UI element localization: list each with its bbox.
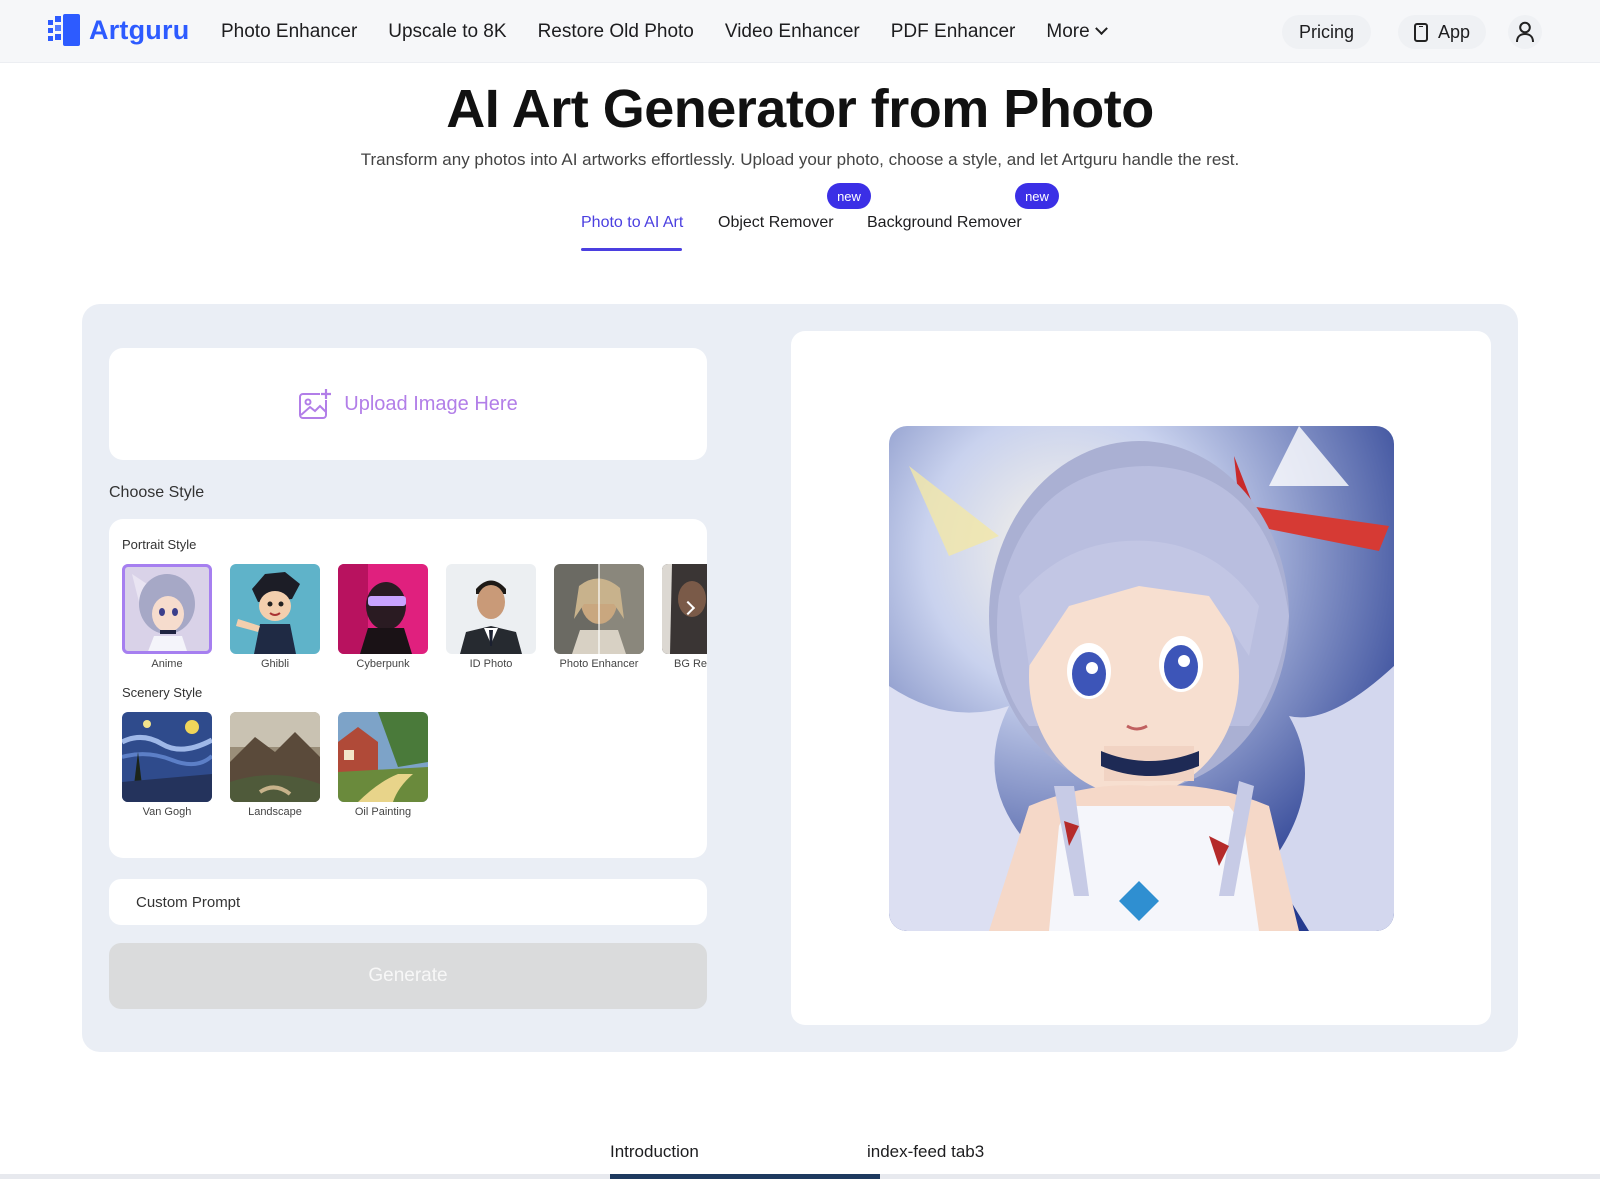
style-label-photo-enhancer: Photo Enhancer: [559, 658, 639, 670]
upload-dropzone[interactable]: Upload Image Here: [109, 348, 707, 460]
page-title: AI Art Generator from Photo: [446, 79, 1154, 139]
brand-logo[interactable]: Artguru: [48, 14, 189, 46]
preview-image: [889, 426, 1394, 931]
style-label-van-gogh: Van Gogh: [142, 806, 192, 818]
app-button[interactable]: App: [1398, 15, 1487, 49]
style-thumb-anime[interactable]: [122, 564, 212, 654]
tab-introduction[interactable]: Introduction: [610, 1142, 699, 1162]
chevron-right-icon: [680, 600, 696, 616]
van-gogh-thumbnail: [122, 712, 212, 802]
account-button[interactable]: [1508, 15, 1542, 49]
new-badge: new: [1015, 183, 1059, 209]
choose-style-heading: Choose Style: [109, 484, 205, 501]
style-thumb-ghibli[interactable]: [230, 564, 320, 654]
generate-button[interactable]: Generate: [109, 943, 707, 1009]
anime-thumbnail: [122, 564, 212, 654]
new-badge: new: [827, 183, 871, 209]
style-thumb-id-photo[interactable]: [446, 564, 536, 654]
style-label-ghibli: Ghibli: [260, 658, 290, 670]
page-subtitle: Transform any photos into AI artworks ef…: [360, 150, 1240, 169]
top-nav: Artguru Photo Enhancer Upscale to 8K Res…: [0, 0, 1600, 63]
pricing-button[interactable]: Pricing: [1282, 15, 1372, 49]
ghibli-thumbnail: [230, 564, 320, 654]
nav-links: Photo Enhancer Upscale to 8K Restore Old…: [221, 0, 1108, 63]
scenery-style-label: Scenery Style: [122, 685, 203, 700]
nav-video-enhancer[interactable]: Video Enhancer: [725, 21, 860, 43]
nav-restore-old-photo[interactable]: Restore Old Photo: [538, 21, 694, 43]
logo-icon: [48, 14, 81, 46]
style-label-landscape: Landscape: [248, 806, 302, 818]
id-photo-thumbnail: [446, 564, 536, 654]
custom-prompt-input[interactable]: [109, 879, 707, 925]
brand-name: Artguru: [89, 14, 190, 45]
upload-label: Upload Image Here: [344, 392, 518, 415]
style-label-cyberpunk: Cyberpunk: [356, 658, 410, 670]
cyberpunk-thumbnail: [338, 564, 428, 654]
nav-pdf-enhancer[interactable]: PDF Enhancer: [891, 21, 1016, 43]
style-thumb-photo-enhancer[interactable]: [554, 564, 644, 654]
tab-index-feed[interactable]: index-feed tab3: [867, 1142, 984, 1162]
style-label-id-photo: ID Photo: [469, 658, 513, 670]
photo-enhancer-thumbnail: [554, 564, 644, 654]
chevron-down-icon: [1094, 22, 1108, 36]
style-thumb-oil-painting[interactable]: [338, 712, 428, 802]
nav-more-menu[interactable]: More: [1046, 20, 1108, 43]
anime-preview-illustration: [889, 426, 1394, 931]
next-styles-button[interactable]: [678, 594, 698, 622]
style-thumb-van-gogh[interactable]: [122, 712, 212, 802]
style-label-anime: Anime: [151, 658, 183, 670]
nav-more-label: More: [1046, 20, 1090, 42]
tab-object-remover[interactable]: Object Remover: [718, 214, 834, 232]
style-thumb-landscape[interactable]: [230, 712, 320, 802]
portrait-style-label: Portrait Style: [122, 537, 197, 552]
style-label-oil-painting: Oil Painting: [354, 806, 412, 818]
nav-upscale-8k[interactable]: Upscale to 8K: [388, 21, 506, 43]
oil-painting-thumbnail: [338, 712, 428, 802]
landscape-thumbnail: [230, 712, 320, 802]
bottom-tab-indicator: [610, 1174, 880, 1179]
active-tab-indicator: [581, 248, 682, 251]
nav-photo-enhancer[interactable]: Photo Enhancer: [221, 21, 357, 43]
user-icon: [1516, 21, 1534, 43]
pricing-label: Pricing: [1299, 21, 1355, 42]
tab-background-remover[interactable]: Background Remover: [867, 214, 1022, 232]
style-label-bg-remover: BG Re: [674, 658, 707, 670]
phone-icon: [1414, 22, 1428, 42]
tab-photo-to-ai-art[interactable]: Photo to AI Art: [581, 214, 683, 232]
add-image-icon: [299, 388, 333, 419]
app-label: App: [1438, 21, 1471, 42]
style-thumb-cyberpunk[interactable]: [338, 564, 428, 654]
